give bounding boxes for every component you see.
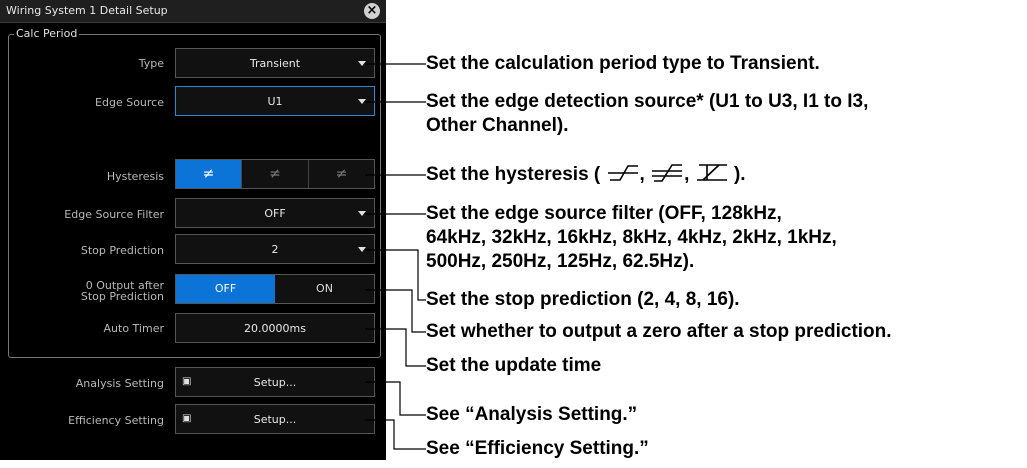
annotation-zero-output: Set whether to output a zero after a sto… [426,321,892,342]
annotation-type: Set the calculation period type to Trans… [426,53,820,74]
annotation-edge-source-line2: Other Channel). [426,115,569,136]
annotation-edge-source-line1: Set the edge detection source* (U1 to U3… [426,91,869,112]
annotation-hysteresis-suffix: ). [733,164,746,185]
annotation-filter-line2: 64kHz, 32kHz, 16kHz, 8kHz, 4kHz, 2kHz, 1… [426,227,837,248]
annotation-filter-line3: 500Hz, 250Hz, 125Hz, 62.5Hz). [426,251,695,272]
annotation-hysteresis: Set the hysteresis ( , , ). [426,164,746,185]
hysteresis-high-icon [696,164,727,181]
annotation-analysis: See “Analysis Setting.” [426,404,638,425]
annotation-filter-line1: Set the edge source filter (OFF, 128kHz, [426,203,782,224]
annotation-efficiency: See “Efficiency Setting.” [426,438,649,459]
annotation-stop-prediction: Set the stop prediction (2, 4, 8, 16). [426,289,740,310]
annotation-hysteresis-prefix: Set the hysteresis ( [426,164,601,185]
annotation-auto-timer: Set the update time [426,355,602,376]
hysteresis-mid-icon [652,164,683,182]
hysteresis-low-icon [607,165,638,181]
